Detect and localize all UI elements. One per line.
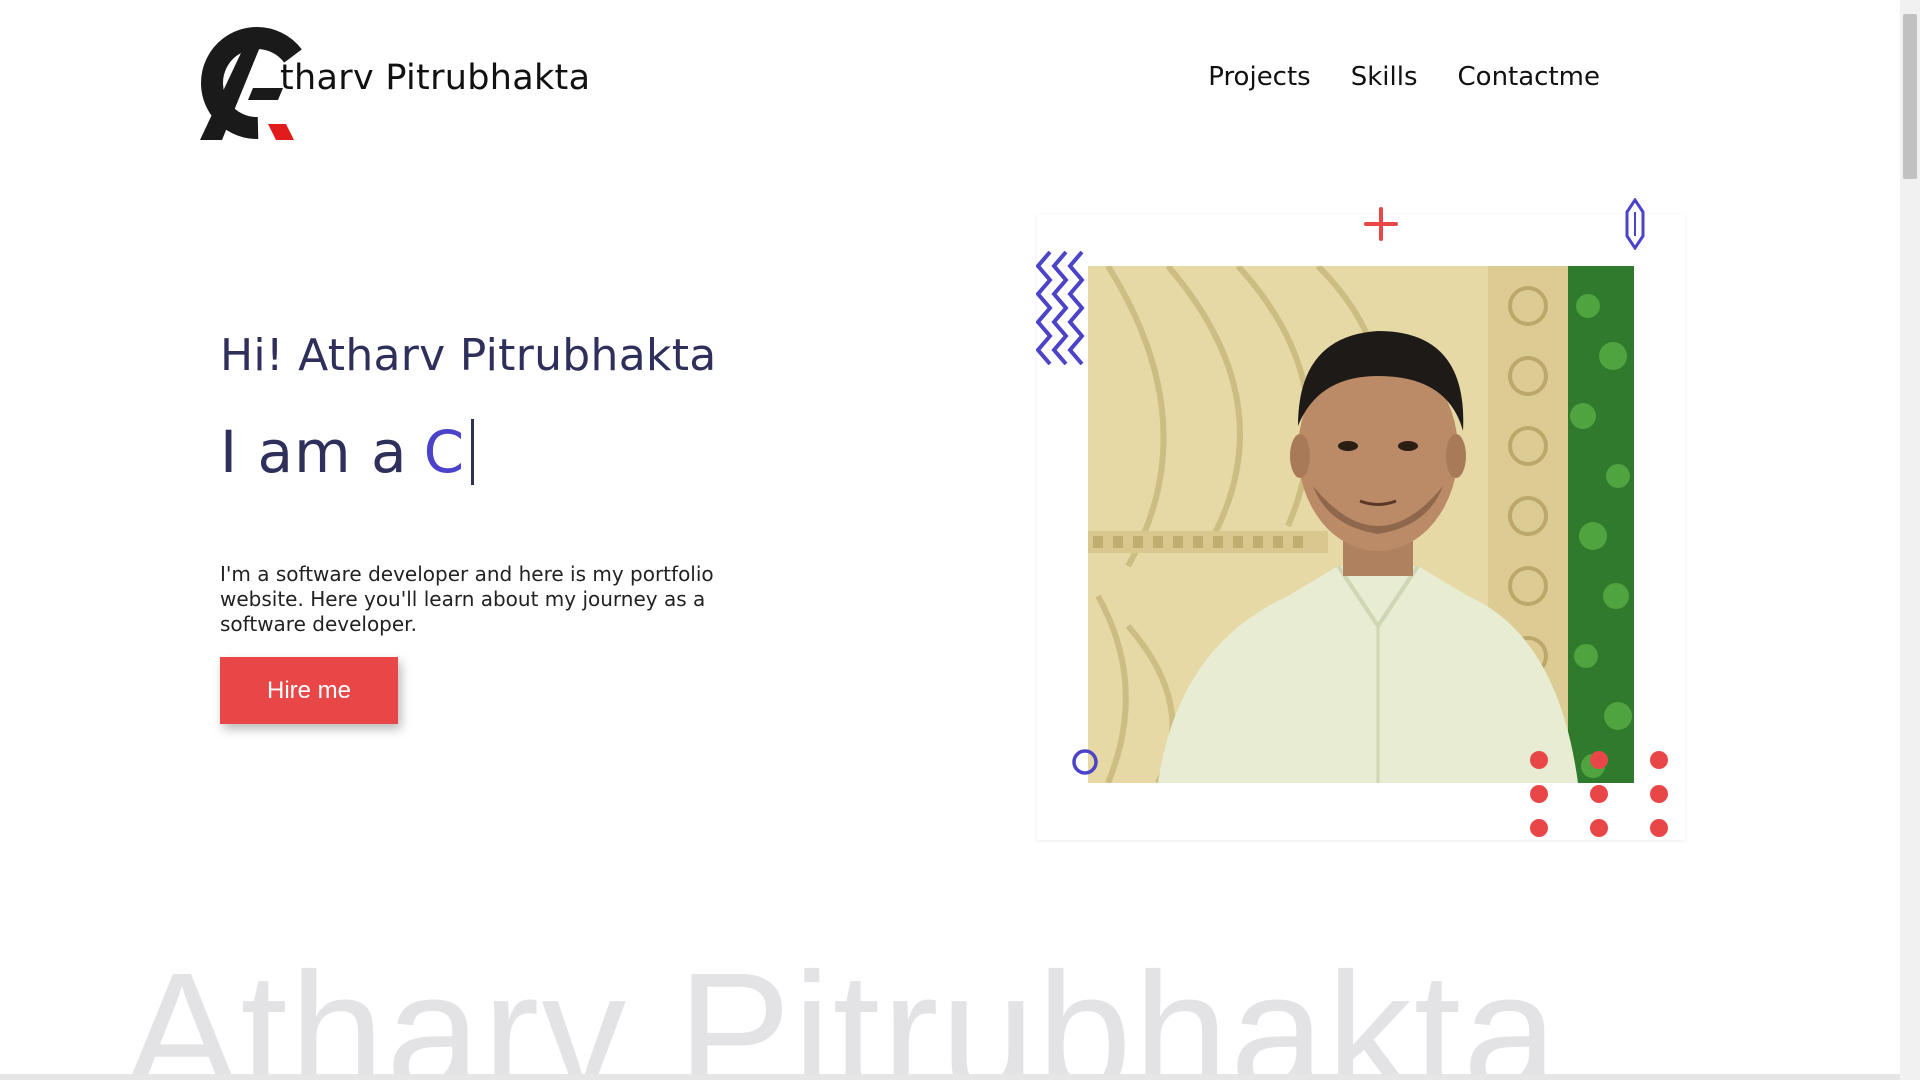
zigzag-decoration-icon (1036, 250, 1085, 366)
brand-name[interactable]: tharv Pitrubhakta (280, 58, 590, 98)
horizontal-scrollbar[interactable] (0, 1074, 1900, 1080)
profile-photo-illustration (1088, 266, 1634, 783)
background-watermark-text: Atharv Pitrubhakta (125, 938, 1560, 1080)
portfolio-page: tharv Pitrubhakta Projects Skills Contac… (0, 0, 1920, 1080)
main-nav: Projects Skills Contactme (1208, 62, 1600, 92)
hire-me-button[interactable]: Hire me (220, 657, 398, 724)
nav-skills[interactable]: Skills (1351, 62, 1418, 92)
hero-greeting: Hi! Atharv Pitrubhakta (220, 330, 717, 381)
site-header: tharv Pitrubhakta Projects Skills Contac… (0, 0, 1900, 160)
nav-projects[interactable]: Projects (1208, 62, 1311, 92)
profile-photo (1088, 266, 1634, 783)
dots-decoration-icon (1530, 751, 1668, 837)
vertical-scrollbar[interactable] (1900, 0, 1920, 1080)
nav-contactme[interactable]: Contactme (1458, 62, 1600, 92)
role-typed-text: C (423, 418, 466, 486)
role-prefix: I am a (220, 418, 408, 486)
hero-role-line: I am a C (220, 418, 475, 486)
circle-decoration-icon (1072, 749, 1098, 775)
typing-cursor (471, 419, 475, 485)
crystal-decoration-icon (1625, 198, 1645, 250)
vertical-scrollbar-thumb[interactable] (1903, 14, 1917, 179)
plus-decoration-icon (1364, 207, 1398, 241)
hero-intro-text: I'm a software developer and here is my … (220, 562, 714, 636)
